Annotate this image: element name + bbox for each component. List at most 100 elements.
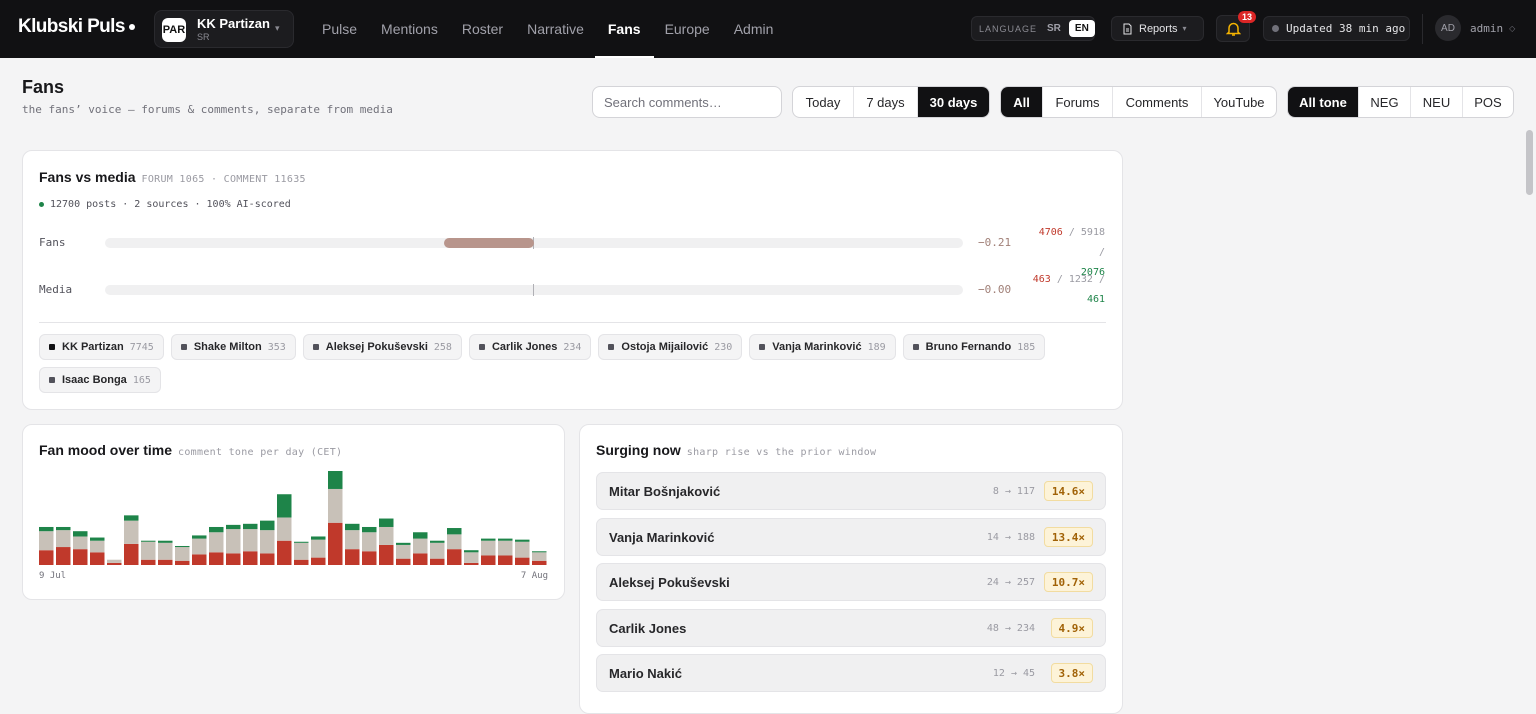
- mood-bar-segment: [311, 539, 326, 558]
- mood-bar-segment: [124, 515, 139, 521]
- nav-roster[interactable]: Roster: [462, 0, 503, 58]
- mood-bar-segment: [260, 520, 275, 531]
- mood-bar-segment: [515, 541, 530, 558]
- entity-marker-icon: [49, 377, 55, 383]
- mood-bar-segment: [430, 540, 445, 543]
- entity-chip[interactable]: Shake Milton 353: [170, 334, 296, 360]
- entity-chips: KK Partizan 7745 Shake Milton 353 Aleksej …: [39, 334, 1109, 400]
- surging-card: Surging now sharp rise vs the prior windo…: [579, 424, 1123, 714]
- mood-bar-segment: [379, 518, 394, 527]
- surge-factor-badge: 4.9×: [1050, 618, 1093, 638]
- tone-all[interactable]: All tone: [1288, 87, 1359, 117]
- mood-bar-segment: [464, 550, 479, 553]
- mood-bar-segment: [413, 532, 428, 539]
- mood-bar-segment: [447, 534, 462, 550]
- surge-name: Mitar Bošnjaković: [609, 484, 721, 499]
- surging-title: Surging now: [596, 442, 681, 458]
- mood-bar-segment: [430, 558, 445, 565]
- entity-marker-icon: [608, 344, 615, 350]
- mood-bar-segment: [141, 541, 156, 560]
- tone-neg[interactable]: NEG: [1359, 87, 1411, 117]
- range-7-days[interactable]: 7 days: [854, 87, 918, 117]
- language-en[interactable]: EN: [1068, 20, 1095, 37]
- reports-button[interactable]: Reports ▾: [1111, 16, 1204, 41]
- search-input[interactable]: [592, 86, 782, 118]
- updated-status: Updated 38 min ago: [1263, 16, 1410, 41]
- mood-bar-segment: [362, 551, 377, 565]
- mood-bar-segment: [396, 544, 411, 559]
- mood-bar-segment: [175, 547, 190, 561]
- mood-bar-segment: [447, 549, 462, 565]
- language-sr[interactable]: SR: [1047, 23, 1061, 34]
- language-switcher: LANGUAGE SR EN: [971, 16, 1095, 41]
- club-switcher[interactable]: PAR KK Partizan SR ▾: [154, 10, 294, 48]
- surge-item[interactable]: Vanja Marinković 14 → 188 13.4×: [596, 518, 1106, 556]
- mood-bar-segment: [90, 537, 105, 541]
- mood-bar-segment: [362, 526, 377, 533]
- entity-chip[interactable]: Carlik Jones 234: [468, 334, 592, 360]
- mood-bar-segment: [413, 553, 428, 565]
- nav-narrative[interactable]: Narrative: [527, 0, 584, 58]
- entity-chip[interactable]: Vanja Marinković 189: [749, 334, 896, 360]
- page-subtitle: the fans’ voice — forums & comments, sep…: [22, 103, 393, 116]
- nav-pulse[interactable]: Pulse: [322, 0, 357, 58]
- range-30-days[interactable]: 30 days: [918, 87, 989, 117]
- surge-trend: 24 → 257: [986, 577, 1035, 588]
- language-label: LANGUAGE: [979, 23, 1038, 34]
- source-forums[interactable]: Forums: [1043, 87, 1113, 117]
- entity-chip[interactable]: Bruno Fernando 185: [902, 334, 1046, 360]
- mood-bar-segment: [39, 526, 54, 532]
- mood-bar-segment: [345, 523, 360, 531]
- source-youtube[interactable]: YouTube: [1202, 87, 1276, 117]
- mood-bar-segment: [141, 540, 156, 542]
- entity-chip[interactable]: KK Partizan 7745: [39, 334, 164, 360]
- range-today[interactable]: Today: [793, 87, 854, 117]
- mood-bar-segment: [345, 530, 360, 550]
- mood-bar-segment: [90, 552, 105, 565]
- entity-marker-icon: [759, 344, 766, 350]
- surge-name: Vanja Marinković: [609, 530, 715, 545]
- notifications-button[interactable]: 13: [1216, 11, 1257, 42]
- mood-bar-segment: [56, 547, 71, 565]
- mood-bar-segment: [328, 471, 343, 489]
- tone-pos[interactable]: POS: [1463, 87, 1513, 117]
- media-tone-track: [105, 284, 963, 296]
- club-name: KK Partizan: [197, 16, 270, 31]
- entity-marker-icon: [912, 344, 919, 350]
- mood-bar-segment: [515, 539, 530, 542]
- nav-europe[interactable]: Europe: [665, 0, 710, 58]
- surge-factor-badge: 10.7×: [1043, 572, 1093, 592]
- page-title: Fans: [22, 77, 65, 97]
- entity-chip[interactable]: Aleksej Pokuševski 258: [302, 334, 462, 360]
- nav-admin[interactable]: Admin: [734, 0, 774, 58]
- source-all[interactable]: All: [1001, 87, 1043, 117]
- mood-bar-segment: [430, 542, 445, 559]
- surging-meta: sharp rise vs the prior window: [686, 447, 877, 458]
- scrollbar[interactable]: [1526, 130, 1533, 195]
- mood-bar-segment: [56, 530, 71, 548]
- tone-neu[interactable]: NEU: [1411, 87, 1463, 117]
- center-tick: [533, 284, 534, 296]
- surge-item[interactable]: Mitar Bošnjaković 8 → 117 14.6×: [596, 472, 1106, 510]
- source-comments[interactable]: Comments: [1113, 87, 1202, 117]
- fans-vs-media-title: Fans vs media: [39, 169, 136, 185]
- mood-bar-segment: [464, 552, 479, 563]
- surge-item[interactable]: Carlik Jones 48 → 234 4.9×: [596, 609, 1106, 647]
- summary-line: 12700 posts · 2 sources · 100% AI-scored: [39, 199, 291, 210]
- mood-bar-segment: [532, 551, 547, 553]
- mood-bar-segment: [39, 531, 54, 551]
- surge-item[interactable]: Aleksej Pokuševski 24 → 257 10.7×: [596, 563, 1106, 601]
- user-menu[interactable]: AD admin ◇: [1435, 15, 1515, 41]
- chevron-down-icon: ▾: [1182, 24, 1187, 33]
- avatar: AD: [1435, 15, 1461, 41]
- app-logo[interactable]: Klubski Puls: [18, 16, 135, 38]
- mood-bar-segment: [158, 540, 173, 543]
- mood-bar-segment: [192, 538, 207, 555]
- mood-bar-segment: [498, 555, 513, 565]
- nav-fans[interactable]: Fans: [594, 0, 654, 58]
- nav-mentions[interactable]: Mentions: [381, 0, 438, 58]
- entity-chip[interactable]: Ostoja Mijailović 230: [598, 334, 743, 360]
- entity-chip[interactable]: Isaac Bonga 165: [39, 367, 161, 393]
- surge-item[interactable]: Mario Nakić 12 → 45 3.8×: [596, 654, 1106, 692]
- media-pos-count: 461: [1086, 294, 1105, 305]
